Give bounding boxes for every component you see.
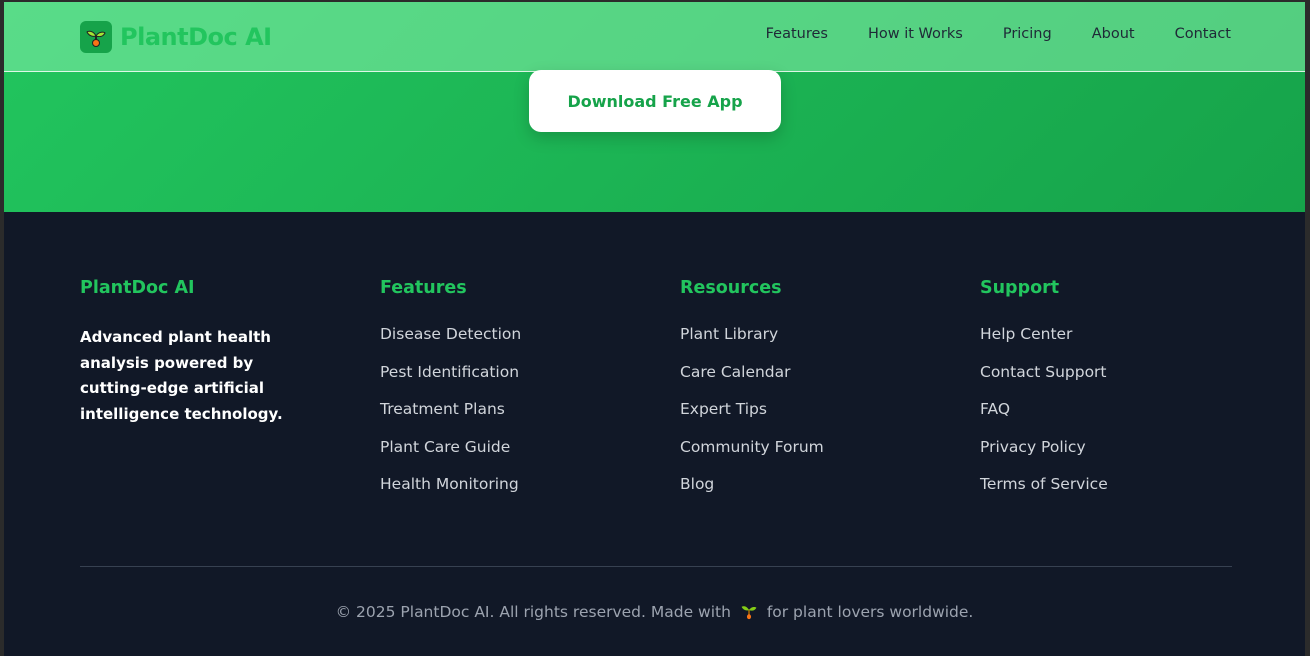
seedling-icon xyxy=(740,602,758,624)
brand-name: PlantDoc AI xyxy=(120,23,272,51)
footer-link[interactable]: Privacy Policy xyxy=(980,438,1240,476)
footer-link[interactable]: Pest Identification xyxy=(380,363,640,401)
footer-link[interactable]: Community Forum xyxy=(680,438,940,476)
seedling-icon xyxy=(80,21,112,53)
copyright: © 2025 PlantDoc AI. All rights reserved.… xyxy=(4,602,1305,624)
footer-link[interactable]: Terms of Service xyxy=(980,475,1240,513)
footer-link[interactable]: Help Center xyxy=(980,325,1240,363)
footer-column-title: Support xyxy=(980,278,1060,298)
copyright-text: © 2025 PlantDoc AI. All rights reserved.… xyxy=(335,603,731,621)
download-app-button[interactable]: Download Free App xyxy=(529,70,781,132)
footer-link[interactable]: Treatment Plans xyxy=(380,400,640,438)
nav-features[interactable]: Features xyxy=(766,26,828,42)
footer-link[interactable]: FAQ xyxy=(980,400,1240,438)
footer-link[interactable]: Plant Care Guide xyxy=(380,438,640,476)
footer-link[interactable]: Disease Detection xyxy=(380,325,640,363)
nav-pricing[interactable]: Pricing xyxy=(1003,26,1052,42)
page: PlantDoc AI Features How it Works Pricin… xyxy=(4,2,1305,656)
footer-column-title: Resources xyxy=(680,278,782,298)
footer-divider xyxy=(80,566,1232,567)
footer-link[interactable]: Blog xyxy=(680,475,940,513)
footer-link[interactable]: Expert Tips xyxy=(680,400,940,438)
footer-about-text: Advanced plant health analysis powered b… xyxy=(80,328,283,423)
footer-about-title: PlantDoc AI xyxy=(80,278,195,298)
footer-link[interactable]: Plant Library xyxy=(680,325,940,363)
header: PlantDoc AI Features How it Works Pricin… xyxy=(4,2,1305,72)
logo[interactable]: PlantDoc AI xyxy=(80,21,272,53)
copyright-text-end: for plant lovers worldwide. xyxy=(766,603,974,621)
nav-how-it-works[interactable]: How it Works xyxy=(868,26,963,42)
footer: PlantDoc AI Advanced plant health analys… xyxy=(4,212,1305,656)
main-nav: Features How it Works Pricing About Cont… xyxy=(766,26,1231,42)
footer-features: Features Disease Detection Pest Identifi… xyxy=(380,278,640,513)
footer-about: PlantDoc AI Advanced plant health analys… xyxy=(80,278,340,427)
nav-about[interactable]: About xyxy=(1092,26,1135,42)
footer-support: Support Help Center Contact Support FAQ … xyxy=(980,278,1240,513)
footer-resources: Resources Plant Library Care Calendar Ex… xyxy=(680,278,940,513)
nav-contact[interactable]: Contact xyxy=(1175,26,1231,42)
footer-link[interactable]: Care Calendar xyxy=(680,363,940,401)
footer-column-title: Features xyxy=(380,278,467,298)
footer-link[interactable]: Contact Support xyxy=(980,363,1240,401)
footer-link[interactable]: Health Monitoring xyxy=(380,475,640,513)
